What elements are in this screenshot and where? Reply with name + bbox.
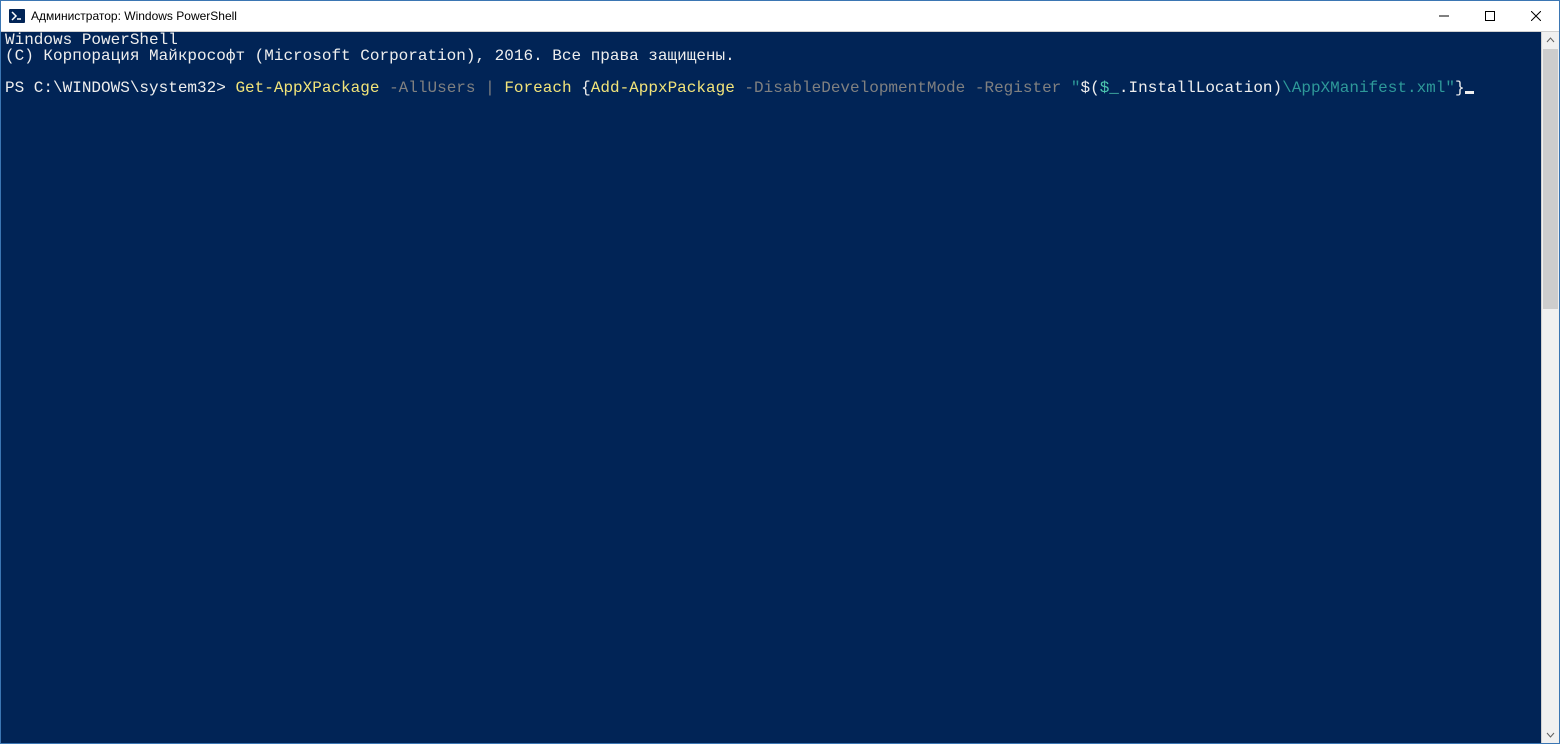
- string-open-quote: ": [1071, 79, 1081, 97]
- param-allusers: -AllUsers: [389, 79, 475, 97]
- scrollbar-thumb[interactable]: [1543, 49, 1558, 309]
- keyword-foreach: Foreach: [504, 79, 571, 97]
- minimize-button[interactable]: [1421, 1, 1467, 31]
- pipe-operator: |: [485, 79, 495, 97]
- brace-close: }: [1455, 79, 1465, 97]
- terminal-cursor: [1465, 91, 1474, 94]
- terminal-header-line2: (C) Корпорация Майкрософт (Microsoft Cor…: [5, 47, 735, 65]
- client-area: Windows PowerShell (C) Корпорация Майкро…: [1, 32, 1559, 743]
- scrollbar-track[interactable]: [1542, 49, 1559, 726]
- vertical-scrollbar[interactable]: [1541, 32, 1559, 743]
- terminal-prompt: PS C:\WINDOWS\system32>: [5, 79, 235, 97]
- maximize-button[interactable]: [1467, 1, 1513, 31]
- string-close-quote: ": [1445, 79, 1455, 97]
- subexpr-open: $(: [1081, 79, 1100, 97]
- string-path: \AppXManifest.xml: [1282, 79, 1445, 97]
- terminal[interactable]: Windows PowerShell (C) Корпорация Майкро…: [1, 32, 1541, 743]
- powershell-icon: [9, 8, 25, 24]
- window-buttons: [1421, 1, 1559, 31]
- param-disabledevelopmentmode: -DisableDevelopmentMode: [744, 79, 965, 97]
- close-button[interactable]: [1513, 1, 1559, 31]
- scroll-down-button[interactable]: [1542, 726, 1559, 743]
- scroll-up-button[interactable]: [1542, 32, 1559, 49]
- titlebar[interactable]: Администратор: Windows PowerShell: [1, 1, 1559, 32]
- subexpr-body: .InstallLocation): [1119, 79, 1282, 97]
- cmdlet-get-appxpackage: Get-AppXPackage: [235, 79, 379, 97]
- window-title: Администратор: Windows PowerShell: [31, 9, 1421, 23]
- brace-open: {: [581, 79, 591, 97]
- cmdlet-add-appxpackage: Add-AppxPackage: [591, 79, 735, 97]
- powershell-window: Администратор: Windows PowerShell Window…: [0, 0, 1560, 744]
- param-register: -Register: [975, 79, 1061, 97]
- var-pipeline: $_: [1100, 79, 1119, 97]
